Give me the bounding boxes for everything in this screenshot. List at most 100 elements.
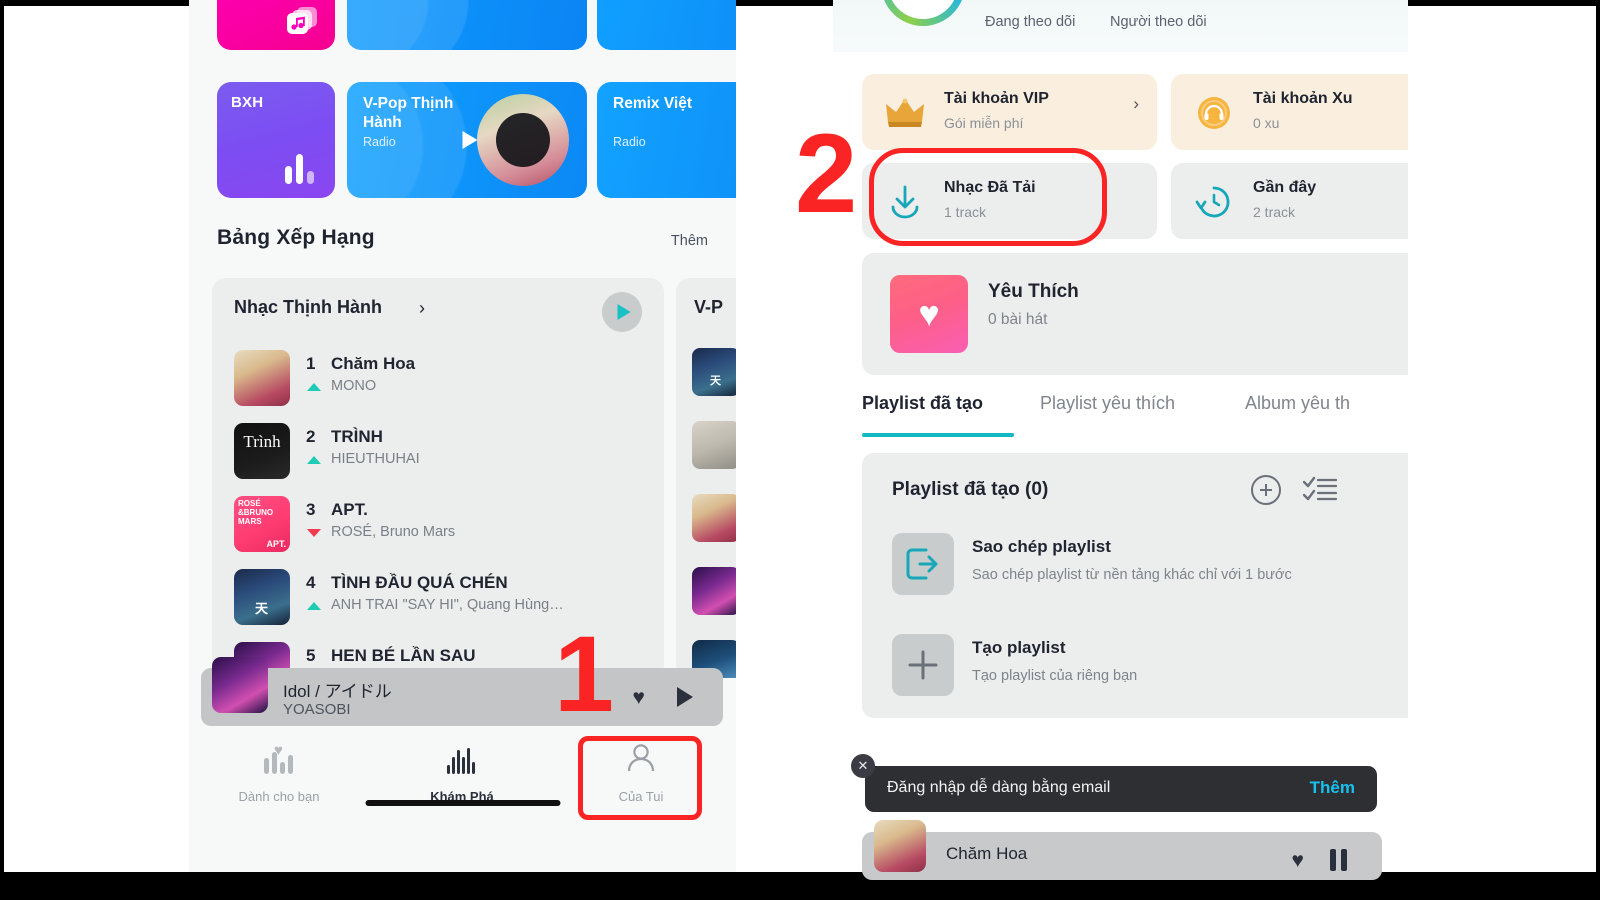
following-label[interactable]: Đang theo dõi [985,14,1075,30]
created-playlists-panel: Playlist đã tạo (0) Sao chép playlist Sa… [862,453,1408,718]
create-playlist-item[interactable]: Tạo playlist Tạo playlist của riêng bạn [892,634,1362,718]
tab-explore[interactable]: Khám Phá [387,738,537,806]
heart-icon[interactable]: ♥ [1292,850,1304,871]
toast-action-link[interactable]: Thêm [1310,778,1355,798]
pause-icon[interactable] [1330,849,1348,871]
home-indicator [365,800,560,806]
play-icon[interactable] [677,687,693,707]
plus-icon-box [892,634,954,696]
section-more-link[interactable]: Thêm [671,233,708,249]
bxh-tile-label: BXH [231,94,264,111]
checklist-icon[interactable] [1303,475,1337,503]
chevron-right-icon[interactable]: › [1133,94,1139,114]
card-title: Gần đây [1253,179,1317,196]
email-login-toast[interactable]: Đăng nhập dễ dàng bằng email Thêm [865,766,1377,812]
screenshot-canvas: BXH V-Pop Thịnh Hành Radio Remix Việt Ra… [0,0,1600,900]
rank-number: 4 [306,573,316,592]
album-art [212,657,268,713]
table-row[interactable]: Trình 2 TRÌNH HIEUTHUHAI [234,423,654,483]
coin-account-card[interactable]: Tài khoản Xu 0 xu › [1171,74,1408,150]
blue-tile-a[interactable] [347,0,587,50]
tab-label: Dành cho bạn [238,789,320,804]
now-playing-title: Idol / アイドル [283,682,392,701]
rank-number: 1 [306,354,316,373]
card-title: Tài khoản VIP [944,90,1049,107]
bxh-tile[interactable]: BXH [217,82,335,198]
card-title: Yêu Thích [988,281,1079,302]
remix-tile-title: Remix Việt [613,95,692,112]
album-art [692,567,736,615]
album-art: Trình [234,423,290,479]
profile-header: Đang theo dõi Người theo dõi [833,0,1408,52]
trend-down-icon [307,529,321,537]
now-playing-bar-right[interactable]: Chăm Hoa ♥ [862,820,1382,880]
pink-music-tile[interactable] [217,0,335,50]
track-artist: ROSÉ, Bruno Mars [331,524,456,540]
tab-favorite-playlists[interactable]: Playlist yêu thích [1040,393,1175,414]
waveform-icon [445,744,479,776]
table-row[interactable]: 1 Chăm Hoa MONO [234,350,654,410]
play-all-button[interactable] [602,292,642,332]
track-artist: ANH TRAI "SAY HI", Quang Hùng… [331,597,564,613]
toast-container: Đăng nhập dễ dàng bằng email Thêm ✕ [833,754,1408,826]
toast-message: Đăng nhập dễ dàng bằng email [887,779,1111,796]
trend-up-icon [307,456,321,464]
favorites-card[interactable]: ♥ Yêu Thích 0 bài hát [862,253,1408,375]
album-art [692,421,736,469]
track-title: Chăm Hoa [331,354,416,373]
remix-radio-tile[interactable]: Remix Việt Radio [597,82,736,198]
highlight-box-my-library [578,736,702,820]
album-art: 天 [692,348,736,396]
vip-account-card[interactable]: Tài khoản VIP Gói miễn phí › [862,74,1157,150]
plus-circle-icon[interactable] [1251,475,1281,505]
play-icon[interactable] [462,131,478,149]
favorites-cover: ♥ [890,275,968,353]
card-subtitle: 0 bài hát [988,311,1048,328]
heart-icon: ♥ [274,742,283,759]
now-playing-artist: YOASOBI [283,701,351,718]
chart-heart-icon: ♥ [262,742,296,776]
heart-icon: ♥ [918,293,940,334]
album-art: 天 [234,569,290,625]
chart-cards-carousel[interactable]: Nhạc Thịnh Hành › 1 Chăm Hoa MONO Trình … [189,278,736,698]
group-logo: 天 [254,601,270,616]
close-icon[interactable]: ✕ [851,754,875,778]
avatar[interactable] [881,0,965,26]
top-tiles-row [189,0,736,52]
item-title: Tạo playlist [972,638,1066,657]
album-art [874,820,926,872]
heart-icon[interactable]: ♥ [633,687,645,708]
tab-created-playlists[interactable]: Playlist đã tạo [862,393,983,414]
item-subtitle: Sao chép playlist từ nền tảng khác chỉ v… [972,567,1292,583]
track-artist: MONO [331,378,377,394]
copy-playlist-item[interactable]: Sao chép playlist Sao chép playlist từ n… [892,533,1362,617]
recent-card[interactable]: Gần đây 2 track [1171,163,1408,239]
vpop-chart-card[interactable]: V-P 天 [676,278,736,678]
chart-card-title: Nhạc Thịnh Hành [234,297,382,317]
tile-wave-bg [347,0,587,50]
chevron-right-icon[interactable]: › [419,298,425,319]
library-tabs: Playlist đã tạo Playlist yêu thích Album… [862,393,1408,435]
tab-favorite-albums[interactable]: Album yêu th [1245,393,1350,414]
panel-heading: Playlist đã tạo (0) [892,479,1049,500]
album-art: ROSÉ &BRUNO MARS APT. [234,496,290,552]
card-subtitle: 0 xu [1253,115,1280,131]
crown-icon [886,98,924,127]
history-clock-icon [1195,186,1230,218]
vpop-cover-art [477,94,569,186]
blue-tile-b[interactable] [597,0,736,50]
play-icon [617,304,631,320]
album-art [692,494,736,542]
vpop-radio-tile[interactable]: V-Pop Thịnh Hành Radio [347,82,587,198]
rank-number: 2 [306,427,316,446]
highlight-box-downloaded-music [869,148,1107,246]
right-phone-screen: Đang theo dõi Người theo dõi Tài khoản V… [833,0,1408,872]
vpop-tile-title: V-Pop Thịnh Hành [363,95,454,131]
item-title: Sao chép playlist [972,537,1111,556]
tab-for-you[interactable]: ♥ Dành cho bạn [204,738,354,806]
remix-tile-subtitle: Radio [613,135,646,149]
followers-label[interactable]: Người theo dõi [1110,14,1207,30]
now-playing-bar[interactable]: Idol / アイドル YOASOBI ♥ [201,657,723,726]
annotation-step-2: 2 [795,111,858,236]
table-row[interactable]: ROSÉ &BRUNO MARS APT. 3 APT. ROSÉ, Bruno M… [234,496,654,556]
